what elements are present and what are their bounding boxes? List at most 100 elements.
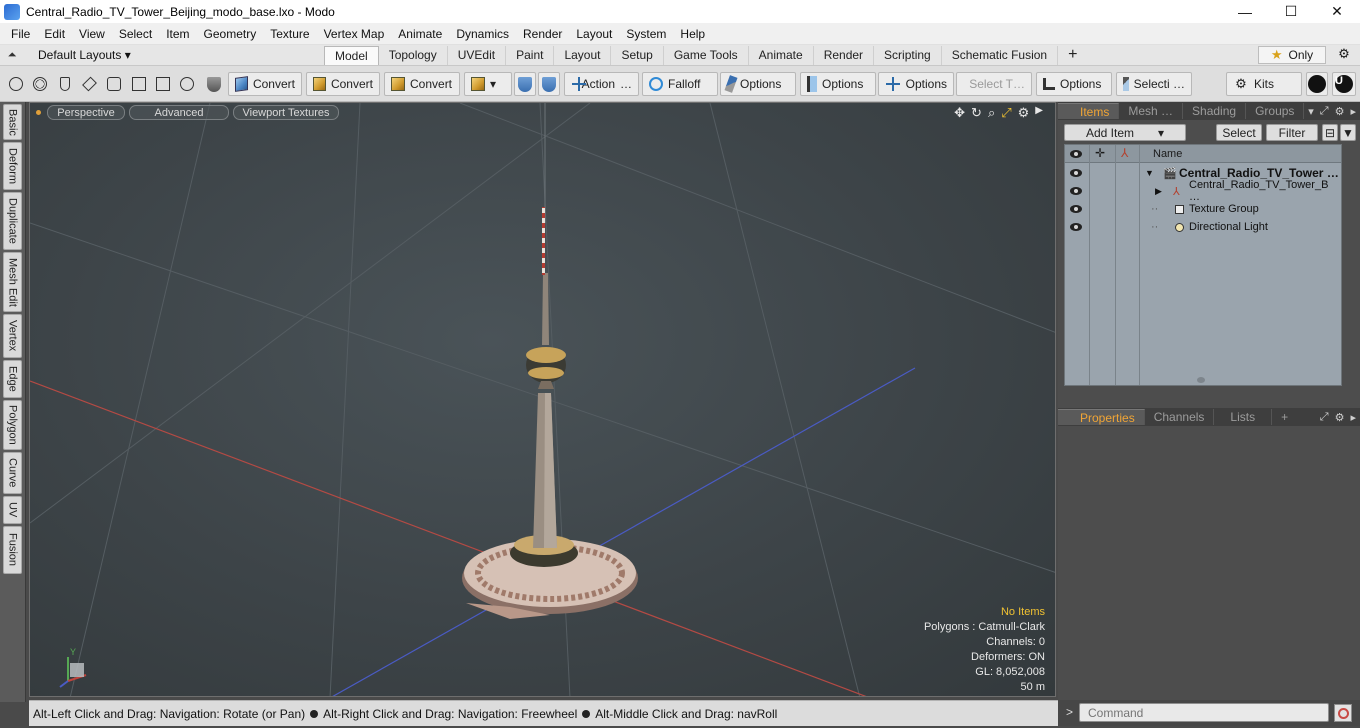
record-icon[interactable] [1334,704,1352,722]
vtab-curve[interactable]: Curve [3,452,22,494]
select-options-button[interactable]: Options [1036,72,1112,96]
select-button[interactable]: Select [1216,124,1262,141]
props-expand-icon[interactable]: ⤢ [1320,411,1329,424]
convert-button-3[interactable]: Convert [384,72,460,96]
menu-edit[interactable]: Edit [37,23,72,45]
menu-geometry[interactable]: Geometry [197,23,264,45]
select-edges-button[interactable] [30,74,50,94]
expand-arrow-icon[interactable]: ▶ [1155,186,1162,197]
pivot-button[interactable] [153,74,173,94]
kits-button[interactable]: ⚙ Kits [1226,72,1302,96]
falloff-button[interactable]: Falloff [642,72,718,96]
advanced-dropdown[interactable]: Advanced [129,105,229,120]
vtab-duplicate[interactable]: Duplicate [3,192,22,250]
menu-system[interactable]: System [619,23,673,45]
snapping-button[interactable] [538,72,560,96]
tab-groups[interactable]: Groups [1246,103,1305,119]
tab-mesh[interactable]: Mesh … [1119,103,1184,119]
modo-cube-button[interactable] [1306,72,1328,96]
tab-shading[interactable]: Shading [1183,103,1247,119]
tab-scripting[interactable]: Scripting [874,45,942,65]
menu-select[interactable]: Select [112,23,159,45]
menu-item[interactable]: Item [159,23,196,45]
viewport-textures-dropdown[interactable]: Viewport Textures [233,105,339,120]
minimize-button[interactable]: — [1222,0,1268,23]
select-polygons-button[interactable] [55,74,75,94]
visibility-eye-icon[interactable] [1070,205,1082,213]
tab-animate[interactable]: Animate [749,45,814,65]
vtab-mesh-edit[interactable]: Mesh Edit [3,252,22,312]
snap-options-button[interactable]: Options [800,72,876,96]
menu-file[interactable]: File [4,23,37,45]
gear-icon[interactable]: ⚙ [1334,46,1354,64]
add-item-dropdown[interactable]: Add Item ▾ [1064,124,1186,141]
tab-schematic-fusion[interactable]: Schematic Fusion [942,45,1059,65]
tab-lists[interactable]: Lists [1214,409,1273,425]
add-tab-button[interactable]: + [1058,46,1087,64]
menu-help[interactable]: Help [673,23,712,45]
panel-gear-icon[interactable]: ⚙ [1335,105,1345,118]
panel-arrow-icon[interactable]: ▸ [1350,105,1356,118]
convert-button-2[interactable]: Convert [306,72,380,96]
list-item[interactable]: ·· Directional Light [1065,218,1341,236]
vtab-basic[interactable]: Basic [3,104,22,140]
3d-viewport[interactable]: Y Perspective Advanced Viewport Textures… [29,102,1056,697]
only-toggle[interactable]: ★ Only [1258,46,1326,64]
polygon-type-dropdown[interactable]: ▾ [464,72,512,96]
select-through-button[interactable]: Select T… [956,72,1032,96]
center-button[interactable] [177,74,197,94]
viewport-gear-icon[interactable]: ⚙ [1018,105,1030,121]
tab-game-tools[interactable]: Game Tools [664,45,749,65]
collapse-icon[interactable]: ⊟ [1322,124,1338,141]
layout-switch-icon[interactable]: ⏶ [0,49,24,62]
tab-topology[interactable]: Topology [379,45,448,65]
command-input[interactable] [1079,703,1329,722]
workplane-options-button[interactable]: Options [878,72,954,96]
vtab-uv[interactable]: UV [3,496,22,524]
list-item[interactable]: ·· Texture Group [1065,200,1341,218]
menu-texture[interactable]: Texture [263,23,316,45]
tab-properties[interactable]: Properties [1058,409,1145,425]
unreal-button[interactable]: U [1332,72,1356,96]
pan-icon[interactable]: ✥ [954,105,965,121]
perspective-dropdown[interactable]: Perspective [47,105,125,120]
vtab-fusion[interactable]: Fusion [3,526,22,574]
fit-icon[interactable]: ⤢ [1001,105,1011,121]
funnel-icon[interactable]: ▼ [1340,124,1356,141]
visibility-eye-icon[interactable] [1070,223,1082,231]
action-center-dropdown[interactable]: Action … [564,72,639,96]
tab-channels[interactable]: Channels [1145,409,1215,425]
close-button[interactable]: ✕ [1314,0,1360,23]
tab-layout[interactable]: Layout [554,45,612,65]
symmetry-button[interactable] [514,72,536,96]
shading-button[interactable] [204,74,224,94]
props-arrow-icon[interactable]: ▸ [1350,411,1356,424]
vtab-polygon[interactable]: Polygon [3,400,22,450]
maximize-button[interactable]: ☐ [1268,0,1314,23]
select-items-button[interactable] [79,74,99,94]
menu-render[interactable]: Render [516,23,569,45]
falloff-options-button[interactable]: Options [720,72,796,96]
select-materials-button[interactable] [104,74,124,94]
tab-items[interactable]: Items [1058,103,1120,119]
menu-dynamics[interactable]: Dynamics [449,23,516,45]
menu-layout[interactable]: Layout [569,23,619,45]
selection-sets-button[interactable]: Selecti … [1116,72,1192,96]
vtab-edge[interactable]: Edge [3,360,22,398]
menu-animate[interactable]: Animate [391,23,449,45]
tab-setup[interactable]: Setup [611,45,664,65]
action-center-button[interactable] [129,74,149,94]
tab-uvedit[interactable]: UVEdit [448,45,507,65]
list-scroll-handle[interactable] [1197,377,1205,383]
zoom-icon[interactable]: ⌕ [988,105,995,121]
rotate-icon[interactable]: ↻ [971,105,982,121]
list-item[interactable]: ▶ ⅄ Central_Radio_TV_Tower_B … [1065,179,1341,203]
viewport-menu-arrow-icon[interactable]: ▶ [1035,105,1043,121]
menu-vertex-map[interactable]: Vertex Map [317,23,392,45]
tab-model[interactable]: Model [324,45,379,65]
convert-button-1[interactable]: Convert [228,72,302,96]
select-vertices-button[interactable] [6,74,26,94]
vtab-deform[interactable]: Deform [3,142,22,190]
props-gear-icon[interactable]: ⚙ [1335,411,1345,424]
visibility-eye-icon[interactable] [1070,187,1082,195]
